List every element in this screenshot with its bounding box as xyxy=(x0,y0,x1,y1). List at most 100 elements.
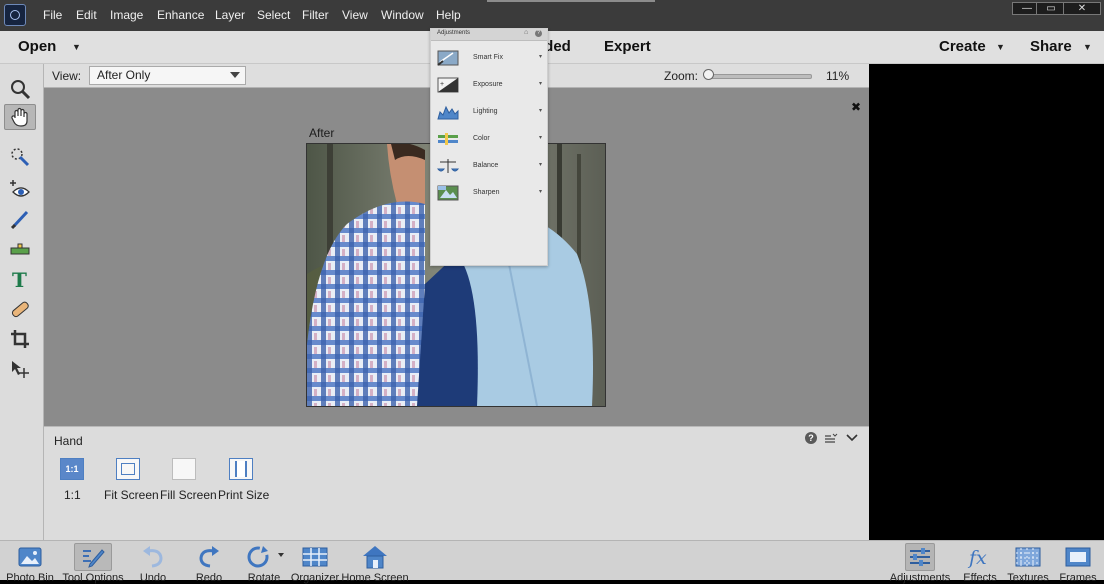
option-label-1-1: 1:1 xyxy=(64,488,81,502)
quick-selection-tool[interactable] xyxy=(4,144,36,170)
adjustments-panel: Adjustments ⌂ ? Smart Fix ▾ + Exposure ▾… xyxy=(430,28,548,266)
menu-view[interactable]: View xyxy=(342,8,368,22)
text-icon: T xyxy=(12,268,27,290)
bandage-icon xyxy=(11,301,29,318)
menu-select[interactable]: Select xyxy=(257,8,290,22)
expand-arrow-icon[interactable]: ▾ xyxy=(539,80,542,87)
close-button[interactable]: ✕ xyxy=(1063,2,1101,15)
photo-bin-button[interactable]: Photo Bin xyxy=(6,545,54,584)
create-button[interactable]: Create xyxy=(939,38,986,55)
view-select[interactable]: After Only xyxy=(89,66,246,85)
organizer-label: Organizer xyxy=(290,572,340,584)
textures-icon xyxy=(1015,547,1041,567)
tool-options-button[interactable]: Tool Options xyxy=(62,543,124,584)
spot-healing-tool[interactable] xyxy=(4,296,36,322)
share-dropdown-icon[interactable]: ▼ xyxy=(1083,42,1092,52)
organizer-button[interactable]: Organizer xyxy=(290,545,340,584)
open-dropdown-icon[interactable]: ▼ xyxy=(72,42,81,52)
tab-expert[interactable]: Expert xyxy=(604,38,651,55)
adjustments-button[interactable]: Adjustments xyxy=(890,543,950,584)
expand-arrow-icon[interactable]: ▾ xyxy=(539,161,542,168)
crop-tool[interactable] xyxy=(4,326,36,352)
expand-arrow-icon[interactable]: ▾ xyxy=(539,53,542,60)
maximize-button[interactable]: ▭ xyxy=(1036,2,1066,15)
eye-icon xyxy=(10,180,30,197)
menu-help[interactable]: Help xyxy=(436,8,461,22)
collapse-chevron-icon[interactable] xyxy=(846,433,858,443)
fit-screen-button[interactable] xyxy=(116,458,140,480)
frames-label: Frames xyxy=(1059,572,1097,584)
close-icon[interactable]: ✖ xyxy=(851,100,861,114)
adjustment-label: Balance xyxy=(473,162,499,169)
move-tool[interactable] xyxy=(4,356,36,382)
adjustment-sharpen[interactable]: Sharpen ▾ xyxy=(431,181,547,207)
option-label-fit-screen: Fit Screen xyxy=(104,488,159,502)
expand-arrow-icon[interactable]: ▾ xyxy=(539,107,542,114)
print-size-button[interactable] xyxy=(229,458,253,480)
menu-window[interactable]: Window xyxy=(381,8,424,22)
app-logo-icon[interactable] xyxy=(4,4,26,26)
reset-icon[interactable]: ⌂ xyxy=(524,29,528,36)
adjustments-panel-header: Adjustments ⌂ ? xyxy=(431,29,547,41)
open-button[interactable]: Open xyxy=(18,38,56,55)
undo-button[interactable]: Undo xyxy=(136,545,170,584)
adjustment-label: Exposure xyxy=(473,81,503,88)
expand-arrow-icon[interactable]: ▾ xyxy=(539,134,542,141)
organizer-icon xyxy=(302,547,328,567)
tool-options-icon xyxy=(83,549,105,568)
fx-icon: fx xyxy=(967,547,987,569)
share-button[interactable]: Share xyxy=(1030,38,1072,55)
adjustment-smart-fix[interactable]: Smart Fix ▾ xyxy=(431,46,547,72)
option-label-fill-screen: Fill Screen xyxy=(160,488,217,502)
adjustment-lighting[interactable]: Lighting ▾ xyxy=(431,100,547,126)
straighten-tool[interactable] xyxy=(4,236,36,262)
adjustment-exposure[interactable]: + Exposure ▾ xyxy=(431,73,547,99)
svg-text:T: T xyxy=(12,268,27,290)
adjustment-color[interactable]: Color ▾ xyxy=(431,127,547,153)
zoom-slider-thumb[interactable] xyxy=(703,69,714,80)
menu-layer[interactable]: Layer xyxy=(215,8,245,22)
rotate-button[interactable]: Rotate xyxy=(242,545,286,584)
whiten-teeth-tool[interactable] xyxy=(4,206,36,232)
actual-pixels-button[interactable]: 1:1 xyxy=(60,458,84,480)
level-icon xyxy=(10,243,30,255)
effects-button[interactable]: fx Effects xyxy=(960,545,1000,584)
menu-image[interactable]: Image xyxy=(110,8,143,22)
options-menu-icon[interactable] xyxy=(824,433,838,445)
crop-icon xyxy=(11,330,29,348)
balance-icon xyxy=(437,159,459,173)
toolbox: T xyxy=(0,64,44,540)
menu-filter[interactable]: Filter xyxy=(302,8,329,22)
fill-screen-button[interactable] xyxy=(172,458,196,480)
red-eye-tool[interactable] xyxy=(4,176,36,202)
menu-bar: File Edit Image Enhance Layer Select Fil… xyxy=(0,0,1104,31)
zoom-slider[interactable] xyxy=(706,74,812,79)
photo-bin-label: Photo Bin xyxy=(6,572,54,584)
hand-tool[interactable] xyxy=(4,104,36,130)
expand-arrow-icon[interactable]: ▾ xyxy=(539,188,542,195)
home-icon xyxy=(363,546,387,569)
menu-edit[interactable]: Edit xyxy=(76,8,97,22)
redo-button[interactable]: Redo xyxy=(192,545,226,584)
home-screen-button[interactable]: Home Screen xyxy=(341,545,409,584)
color-icon xyxy=(438,133,458,145)
panel-area xyxy=(869,64,1104,540)
frames-icon xyxy=(1065,547,1091,567)
panel-help-icon[interactable]: ? xyxy=(535,30,542,37)
option-label-print-size: Print Size xyxy=(218,488,270,502)
svg-text:fx: fx xyxy=(967,547,987,569)
photo-bin-icon xyxy=(18,547,42,567)
type-tool[interactable]: T xyxy=(4,266,36,292)
menu-enhance[interactable]: Enhance xyxy=(157,8,204,22)
help-icon[interactable]: ? xyxy=(805,432,817,444)
menu-file[interactable]: File xyxy=(43,8,62,22)
frames-button[interactable]: Frames xyxy=(1058,545,1098,584)
chevron-down-icon xyxy=(230,72,240,78)
textures-button[interactable]: Textures xyxy=(1006,545,1050,584)
mode-bar: Open ▼ ided Expert Create ▼ Share ▼ xyxy=(0,31,1104,64)
zoom-tool[interactable] xyxy=(4,76,36,102)
redo-icon xyxy=(199,546,219,568)
create-dropdown-icon[interactable]: ▼ xyxy=(996,42,1005,52)
tool-options-panel: Hand ? xyxy=(44,426,869,540)
adjustment-balance[interactable]: Balance ▾ xyxy=(431,154,547,180)
